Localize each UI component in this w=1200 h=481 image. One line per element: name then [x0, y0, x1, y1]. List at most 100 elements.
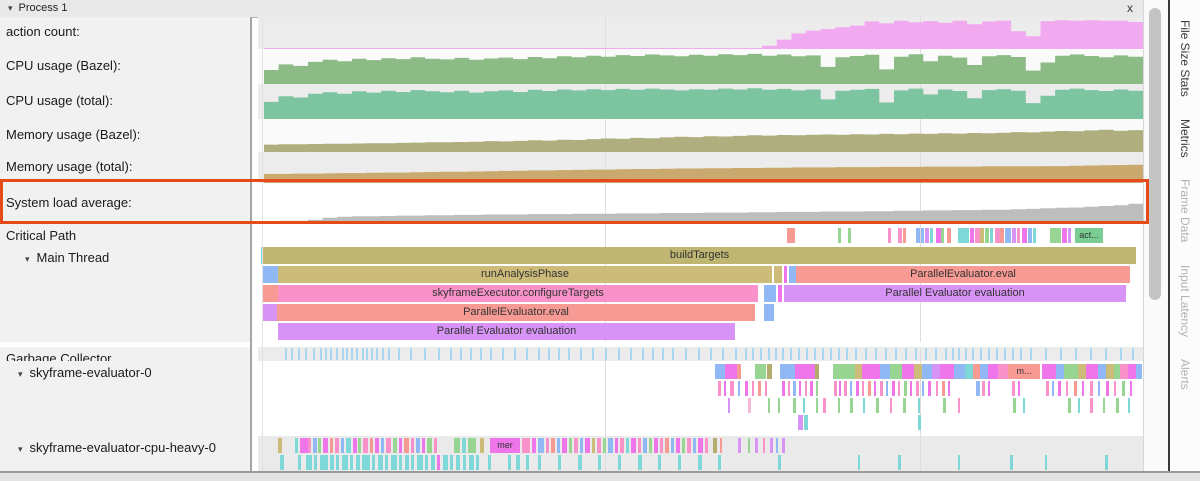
trace-slice-labeled[interactable]: runAnalysisPhase [278, 266, 772, 283]
trace-slice[interactable] [1017, 228, 1020, 243]
trace-slice[interactable] [388, 348, 390, 360]
trace-slice[interactable] [320, 455, 328, 470]
trace-slice[interactable] [1045, 455, 1047, 470]
trace-slice[interactable] [1018, 381, 1020, 396]
trace-slice[interactable] [671, 438, 674, 453]
trace-slice[interactable] [463, 455, 466, 470]
trace-slice[interactable] [988, 381, 990, 396]
trace-slice-labeled[interactable]: m... [1008, 364, 1040, 379]
trace-slice[interactable] [391, 455, 397, 470]
trace-slice[interactable] [795, 364, 815, 379]
trace-slice[interactable] [431, 455, 435, 470]
trace-slice[interactable] [305, 348, 307, 360]
trace-slice[interactable] [298, 348, 300, 360]
trace-slice[interactable] [375, 438, 379, 453]
trace-slice[interactable] [652, 348, 654, 360]
trace-slice[interactable] [336, 455, 339, 470]
trace-slice[interactable] [330, 455, 334, 470]
trace-slice[interactable] [1074, 381, 1077, 396]
trace-slice[interactable] [323, 438, 328, 453]
trace-slice[interactable] [918, 415, 921, 430]
trace-slice[interactable] [973, 364, 980, 379]
sidebar-tab-frame-data[interactable]: Frame Data [1178, 179, 1192, 242]
trace-slice[interactable] [366, 348, 368, 360]
trace-slice[interactable] [1105, 455, 1108, 470]
trace-slice[interactable] [778, 398, 780, 413]
trace-slice[interactable] [638, 438, 641, 453]
trace-slice[interactable] [763, 438, 765, 453]
trace-slice[interactable] [972, 348, 974, 360]
trace-slice[interactable] [748, 438, 750, 453]
trace-slice[interactable] [1028, 228, 1032, 243]
trace-slice[interactable] [330, 348, 332, 360]
trace-slice-labeled[interactable]: Parallel Evaluator evaluation [784, 285, 1126, 302]
trace-slice[interactable] [1064, 364, 1078, 379]
trace-slice[interactable] [848, 228, 851, 243]
trace-slice[interactable] [898, 455, 901, 470]
collapse-icon[interactable]: ▾ [18, 369, 23, 379]
trace-slice[interactable] [476, 455, 479, 470]
trace-slice[interactable] [1114, 381, 1116, 396]
sidebar-tab-file-size-stats[interactable]: File Size Stats [1178, 20, 1192, 97]
trace-slice[interactable] [462, 438, 466, 453]
trace-slice[interactable] [718, 455, 721, 470]
trace-slice[interactable] [585, 438, 590, 453]
trace-slice[interactable] [805, 381, 807, 396]
trace-slice-labeled[interactable]: Parallel Evaluator evaluation [278, 323, 735, 340]
trace-slice[interactable] [838, 398, 840, 413]
trace-slice[interactable] [298, 455, 301, 470]
trace-slice[interactable] [603, 438, 606, 453]
trace-slice[interactable] [1030, 348, 1032, 360]
trace-slice[interactable] [580, 348, 582, 360]
trace-slice[interactable] [456, 455, 460, 470]
trace-slice[interactable] [469, 455, 474, 470]
track-canvas-mem-bazel[interactable] [258, 119, 1143, 152]
trace-slice[interactable] [902, 364, 914, 379]
trace-slice[interactable] [940, 364, 954, 379]
trace-slice[interactable] [598, 455, 601, 470]
trace-slice[interactable] [608, 438, 613, 453]
trace-slice[interactable] [291, 348, 293, 360]
trace-slice[interactable] [470, 348, 472, 360]
trace-slice[interactable] [725, 364, 737, 379]
trace-slice[interactable] [738, 381, 740, 396]
trace-slice[interactable] [404, 438, 409, 453]
trace-slice-labeled[interactable]: mer [490, 438, 520, 453]
trace-slice[interactable] [1045, 348, 1047, 360]
trace-slice[interactable] [592, 348, 594, 360]
trace-slice[interactable] [569, 438, 572, 453]
trace-slice[interactable] [1068, 398, 1071, 413]
trace-slice[interactable] [988, 364, 998, 379]
trace-slice[interactable] [816, 381, 818, 396]
trace-slice[interactable] [411, 455, 414, 470]
trace-slice[interactable] [1132, 348, 1134, 360]
trace-slice[interactable] [1128, 364, 1136, 379]
trace-slice[interactable] [698, 348, 700, 360]
trace-slice[interactable] [822, 348, 824, 360]
trace-slice[interactable] [620, 438, 624, 453]
trace-slice[interactable] [280, 455, 284, 470]
trace-slice[interactable] [880, 381, 883, 396]
vertical-scrollbar-thumb[interactable] [1149, 8, 1161, 300]
trace-slice[interactable] [450, 455, 453, 470]
trace-slice[interactable] [1060, 348, 1062, 360]
trace-slice[interactable] [405, 455, 409, 470]
trace-slice[interactable] [903, 228, 906, 243]
trace-slice[interactable] [285, 348, 287, 360]
trace-slice[interactable] [422, 438, 425, 453]
trace-slice[interactable] [930, 228, 933, 243]
trace-slice[interactable] [888, 228, 891, 243]
trace-slice[interactable] [996, 348, 998, 360]
trace-slice[interactable] [460, 348, 462, 360]
track-canvas-cpu-total[interactable] [258, 84, 1143, 119]
trace-slice[interactable] [874, 381, 876, 396]
trace-slice[interactable] [787, 228, 795, 243]
trace-slice[interactable] [1022, 228, 1027, 243]
trace-slice[interactable] [630, 348, 632, 360]
trace-slice[interactable] [1000, 228, 1004, 243]
trace-slice[interactable] [838, 348, 840, 360]
trace-slice[interactable] [748, 398, 751, 413]
trace-slice[interactable] [855, 348, 857, 360]
trace-slice[interactable] [815, 364, 819, 379]
trace-slice[interactable] [427, 438, 432, 453]
